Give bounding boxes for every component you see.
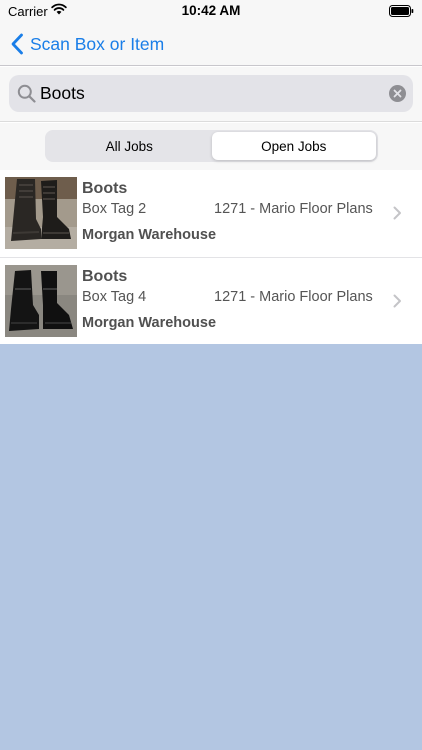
battery-full-icon [389,5,414,17]
box-tag-label: Box Tag 4 [82,289,147,305]
segment-open-jobs[interactable]: Open Jobs [211,132,376,160]
content-area: Carrier 10:42 AM Scan Box or Item Boots … [0,0,422,344]
magnifier-icon [17,84,36,103]
boots-photo [5,177,77,249]
location-label: Morgan Warehouse [82,227,217,243]
results-list: Boots Box Tag 2 1271 - Mario Floor Plans… [0,170,422,344]
clear-circle-icon[interactable] [389,85,406,102]
chevron-right-icon [393,294,401,308]
back-button-label: Scan Box or Item [30,33,165,54]
location-label: Morgan Warehouse [82,315,217,331]
back-button[interactable]: Scan Box or Item [10,30,164,58]
box-tag-label: Box Tag 2 [82,201,147,217]
result-row[interactable]: Boots Box Tag 2 1271 - Mario Floor Plans… [0,170,422,257]
segment-area: All Jobs Open Jobs [0,123,422,170]
search-field[interactable] [9,75,413,112]
job-filter-segmented-control: All Jobs Open Jobs [45,130,378,162]
job-label: 1271 - Mario Floor Plans [214,201,373,217]
status-bar: Carrier 10:42 AM [0,0,422,22]
chevron-right-icon [393,206,401,220]
segment-all-jobs[interactable]: All Jobs [47,132,212,160]
item-title: Boots [82,268,128,285]
chevron-left-icon [11,33,23,55]
boots-photo [5,265,77,337]
status-time: 10:42 AM [181,3,241,18]
item-title: Boots [82,180,128,197]
search-bar [0,67,422,122]
result-row[interactable]: Boots Box Tag 4 1271 - Mario Floor Plans… [0,257,422,344]
navigation-bar: Scan Box or Item [0,22,422,66]
job-label: 1271 - Mario Floor Plans [214,289,373,305]
search-input[interactable] [40,83,380,104]
